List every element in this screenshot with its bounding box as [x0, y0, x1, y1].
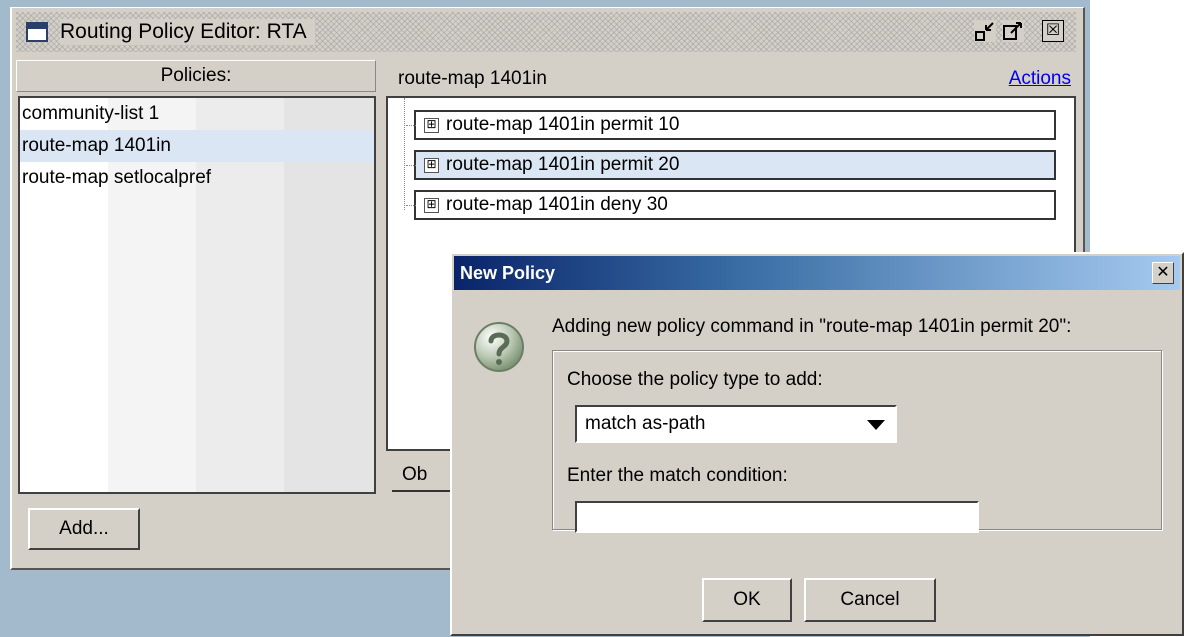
tree-node-label: route-map 1401in permit 10: [446, 114, 680, 135]
list-item[interactable]: route-map setlocalpref: [20, 162, 374, 194]
tree-line: [404, 98, 405, 210]
window-icon: [26, 22, 48, 42]
policy-type-label: Choose the policy type to add:: [567, 369, 823, 390]
tree-node-label: route-map 1401in deny 30: [446, 194, 668, 215]
policy-type-select[interactable]: match as-path: [575, 405, 897, 443]
add-policy-button[interactable]: Add...: [28, 508, 140, 550]
policies-list[interactable]: community-list 1 route-map 1401in route-…: [18, 96, 376, 494]
match-condition-input[interactable]: [575, 501, 979, 533]
list-item[interactable]: community-list 1: [20, 98, 374, 130]
expand-icon[interactable]: ⊞: [424, 118, 439, 133]
expand-icon[interactable]: ⊞: [424, 158, 439, 173]
new-policy-dialog: New Policy ✕ Adding new policy command i…: [450, 252, 1184, 636]
policy-type-value: match as-path: [585, 413, 706, 434]
tree-connector: [406, 165, 416, 166]
minimize-icon[interactable]: [974, 20, 996, 42]
window-titlebar[interactable]: Routing Policy Editor: RTA ☒: [16, 12, 1076, 52]
dialog-title: New Policy: [460, 263, 556, 283]
tree-node[interactable]: ⊞ route-map 1401in permit 20: [406, 150, 1056, 180]
tree-connector: [406, 125, 416, 126]
route-map-header: route-map 1401in Actions: [384, 64, 1077, 96]
question-icon: [472, 320, 526, 374]
policy-options-group: Choose the policy type to add: match as-…: [552, 350, 1162, 533]
tree-connector: [406, 205, 416, 206]
tree-node[interactable]: ⊞ route-map 1401in deny 30: [406, 190, 1056, 220]
cancel-button[interactable]: Cancel: [804, 578, 936, 622]
close-icon[interactable]: ✕: [1152, 262, 1174, 284]
policies-header: Policies:: [16, 60, 376, 92]
tree-node-label: route-map 1401in permit 20: [446, 154, 680, 175]
maximize-icon[interactable]: [1002, 20, 1024, 42]
dialog-titlebar[interactable]: New Policy ✕: [454, 256, 1180, 290]
match-condition-label: Enter the match condition:: [567, 465, 788, 486]
actions-link[interactable]: Actions: [1009, 64, 1071, 94]
dialog-message: Adding new policy command in "route-map …: [552, 316, 1072, 337]
list-item[interactable]: route-map 1401in: [20, 130, 374, 162]
window-title: Routing Policy Editor: RTA: [60, 19, 315, 45]
expand-icon[interactable]: ⊞: [424, 198, 439, 213]
route-map-title: route-map 1401in: [398, 68, 547, 89]
tree-node[interactable]: ⊞ route-map 1401in permit 10: [406, 110, 1056, 140]
close-icon[interactable]: ☒: [1042, 20, 1064, 42]
chevron-down-icon[interactable]: [867, 420, 885, 430]
ok-button[interactable]: OK: [702, 578, 792, 622]
